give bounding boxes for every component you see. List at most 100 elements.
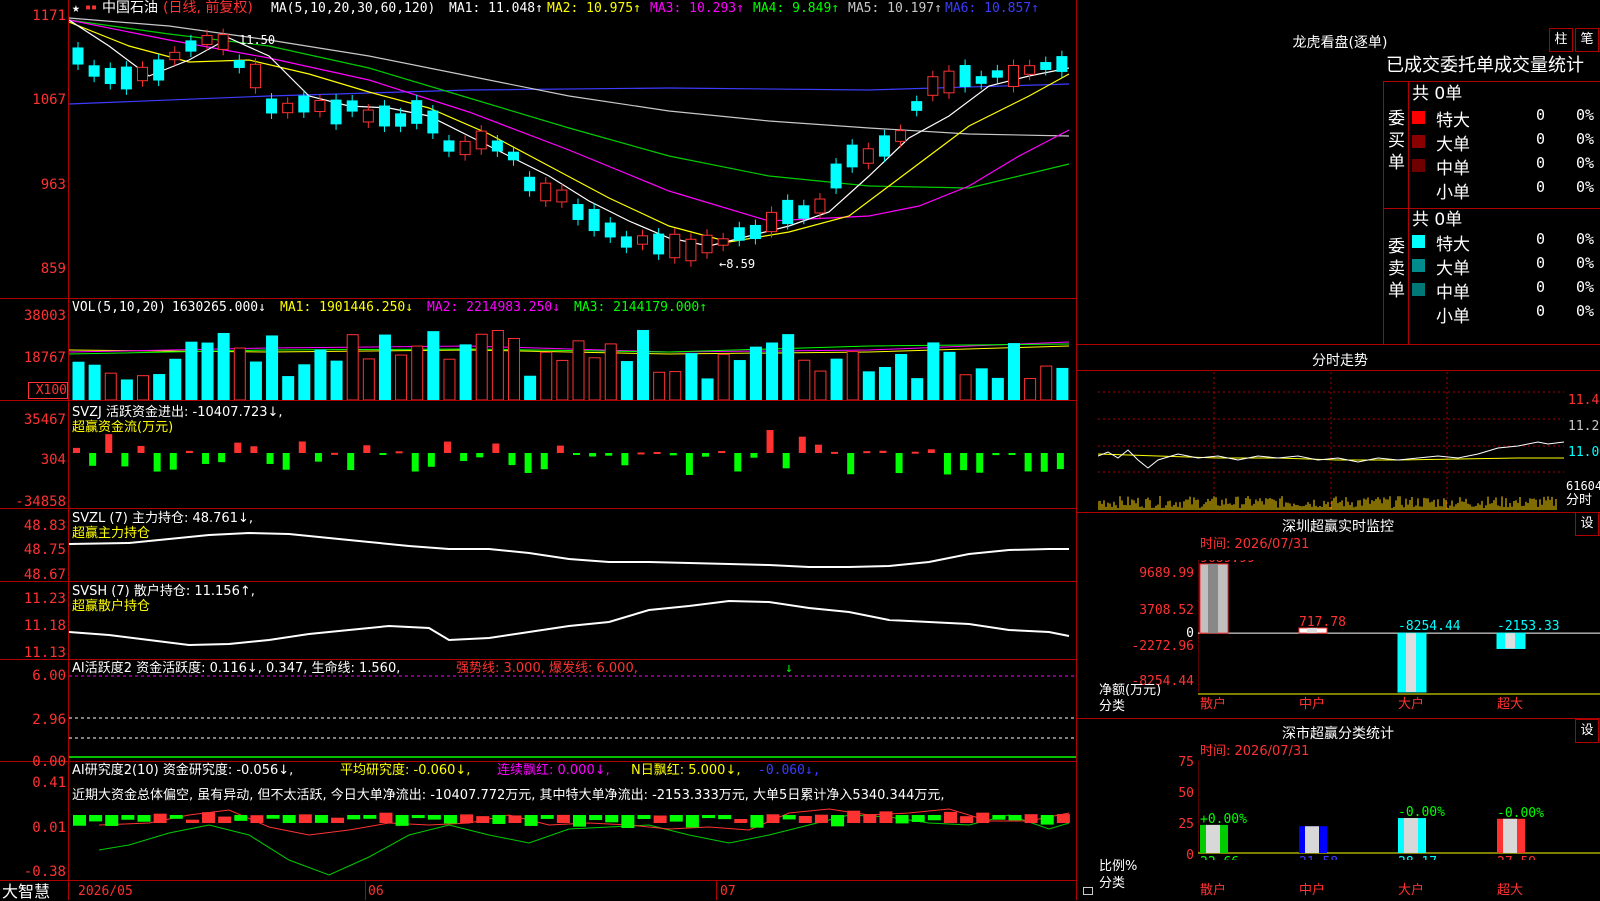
ai2-extra: -0.060↓, — [758, 763, 821, 778]
volume-bar — [524, 375, 537, 400]
svzj-bar — [540, 453, 548, 470]
candle-body — [943, 70, 955, 94]
chart-mode[interactable]: (日线, 前复权) — [163, 1, 253, 15]
lock-icon[interactable] — [1083, 887, 1093, 895]
sell-total: 共 0单 — [1412, 210, 1463, 230]
vol-ma2: MA2: 2214983.250↓ — [427, 300, 561, 315]
sell-side-label: 委卖单 — [1388, 237, 1405, 301]
intraday-title: 分时走势 — [1312, 353, 1368, 369]
svzj-chart[interactable] — [69, 401, 1076, 508]
svzj-bar — [1040, 453, 1048, 472]
candle-body — [1040, 62, 1052, 70]
candle-body — [588, 208, 600, 232]
candle-body — [766, 211, 778, 233]
svzj-bar — [734, 453, 742, 472]
ai2-chart[interactable] — [69, 805, 1076, 880]
candle-body — [120, 66, 132, 90]
volume-bar — [120, 379, 133, 400]
color-swatch — [1412, 111, 1425, 124]
candle-body — [556, 189, 568, 203]
classify-settings-button[interactable]: 设 — [1575, 719, 1599, 743]
classify-bar-shine — [1305, 826, 1319, 853]
svzj-bar — [476, 453, 484, 458]
svzj-bar — [105, 434, 113, 453]
monitor-title: 深圳超赢实时监控 — [1282, 519, 1394, 535]
ai1-chart[interactable] — [69, 660, 1076, 761]
svzj-bar — [911, 451, 919, 454]
monitor-bar-label: 9689.99 — [1200, 560, 1255, 566]
main-chart-area[interactable]: ★ ▪▪ 中国石油 (日线, 前复权) MA(5,10,20,30,60,120… — [0, 0, 1093, 900]
volume-bar — [749, 346, 762, 400]
volume-bar — [88, 364, 101, 400]
monitor-chart[interactable]: 9689.99 717.78 -8254.44 -2153.33 — [1198, 560, 1600, 700]
intraday-chart[interactable] — [1098, 372, 1564, 510]
svzj-bar — [782, 453, 790, 469]
svzj-axis-2: 304 — [40, 452, 66, 468]
svzj-axis-3: -34858 — [15, 494, 66, 510]
svzj-bar — [992, 453, 1000, 456]
kline-chart[interactable]: 11.50 ←8.59 — [69, 16, 1076, 298]
svzj-bar — [298, 441, 306, 453]
ma3-line — [69, 19, 1070, 222]
ai2-bar — [121, 815, 135, 820]
volume-bar — [782, 334, 795, 400]
classify-axis-3: 25 — [1178, 817, 1194, 832]
row-label: 大单 — [1436, 259, 1470, 279]
svzj-bar — [766, 429, 774, 453]
kline-axis-4: 859 — [40, 261, 66, 277]
ai2-bar — [976, 812, 990, 823]
color-swatch — [1412, 183, 1425, 196]
brand-label[interactable]: 大智慧 — [2, 884, 50, 900]
volume-bar — [266, 335, 279, 400]
volume-chart[interactable] — [69, 316, 1076, 400]
svzj-bar — [282, 453, 290, 470]
star-icon[interactable]: ★ — [72, 2, 80, 16]
monitor-settings-button[interactable]: 设 — [1575, 512, 1599, 536]
vol-axis-3: X100 — [28, 382, 68, 399]
candle-body — [524, 176, 536, 192]
vol-ma1: MA1: 1901446.250↓ — [280, 300, 414, 315]
svsh-chart[interactable] — [69, 582, 1076, 659]
volume-bar — [169, 358, 182, 400]
svzj-bar — [718, 451, 726, 454]
tick-view-button[interactable]: 笔 — [1575, 28, 1599, 52]
volume-bar — [653, 371, 666, 400]
volume-bar — [137, 375, 150, 400]
candle-body — [911, 101, 923, 111]
candle-body — [314, 99, 326, 113]
ai2-bar — [476, 816, 490, 823]
volume-bar — [153, 374, 166, 400]
candle-body — [669, 233, 681, 259]
candle-body — [217, 34, 229, 50]
intraday-axis-4: 61604 — [1566, 479, 1600, 493]
ai2-bar — [234, 815, 248, 821]
ai2-bar — [718, 815, 732, 820]
intraday-axis-2: 11.27 — [1568, 419, 1600, 434]
ai2-bar — [443, 815, 457, 824]
volume-bar — [604, 343, 617, 400]
ai2-bar — [218, 816, 232, 823]
row-label: 特大 — [1436, 111, 1470, 131]
candle-body — [991, 70, 1003, 78]
svzl-chart[interactable] — [69, 509, 1076, 581]
volume-bar — [443, 358, 456, 400]
color-swatch — [1412, 283, 1425, 296]
candle-body — [895, 130, 907, 142]
volume-bar — [249, 361, 262, 400]
ai2-bar — [202, 812, 216, 823]
row-label: 大单 — [1436, 135, 1470, 155]
candle-body — [443, 140, 455, 152]
volume-bar — [798, 359, 811, 400]
ma3-value: MA3: 10.293↑ — [650, 1, 744, 16]
row-label: 小单 — [1436, 183, 1470, 203]
volume-bar — [1056, 367, 1069, 400]
row-percent: 0% — [1576, 302, 1595, 320]
bar-view-button[interactable]: 柱 — [1549, 28, 1573, 52]
volume-bar — [911, 378, 924, 400]
svzj-bar — [153, 453, 161, 472]
ai2-bar — [89, 815, 103, 822]
sell-row-3: 小单 0 0% — [1412, 302, 1600, 327]
classify-chart[interactable]: +0.00% 22.66 21.58 -0.00% 28.17 -0.00% 27.59 — [1198, 760, 1600, 860]
classify-bar-shine — [1206, 824, 1220, 853]
stock-name[interactable]: 中国石油 — [102, 1, 158, 15]
